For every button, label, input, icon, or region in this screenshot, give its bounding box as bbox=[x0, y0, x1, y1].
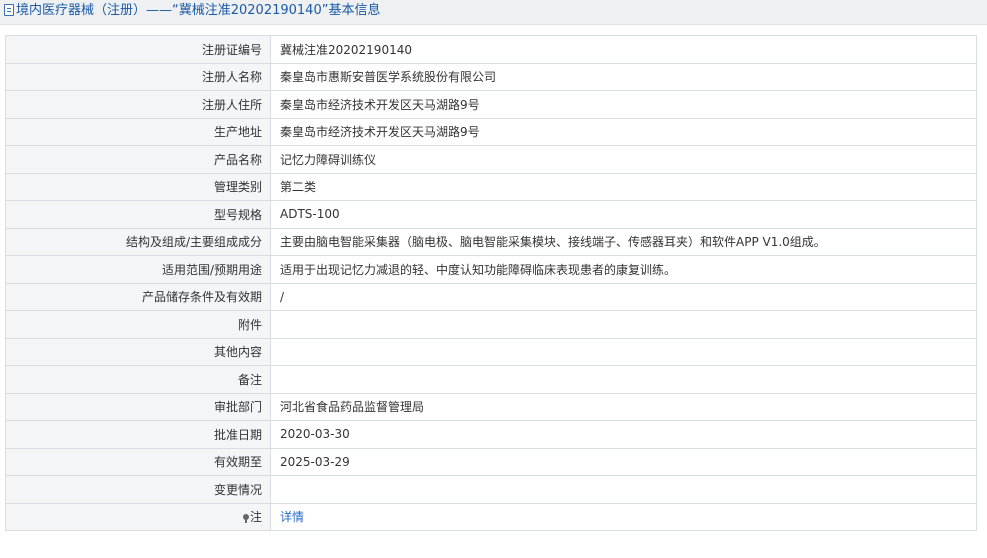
row-label: 其他内容 bbox=[5, 337, 271, 366]
table-row: 适用范围/预期用途 适用于出现记忆力减退的轻、中度认知功能障碍临床表现患者的康复… bbox=[5, 255, 977, 284]
row-label: 批准日期 bbox=[5, 420, 271, 449]
row-label: 附件 bbox=[5, 310, 271, 339]
row-value: 第二类 bbox=[270, 172, 977, 201]
note-label-cell: 注 bbox=[5, 502, 271, 531]
row-value: 记忆力障碍训练仪 bbox=[270, 145, 977, 174]
page-header: 境内医疗器械（注册）——“冀械注准20202190140”基本信息 bbox=[0, 0, 987, 25]
table-row-note: 注 详情 bbox=[5, 502, 977, 531]
row-label: 备注 bbox=[5, 365, 271, 394]
table-row: 生产地址 秦皇岛市经济技术开发区天马湖路9号 bbox=[5, 117, 977, 146]
row-label: 生产地址 bbox=[5, 117, 271, 146]
row-value: 秦皇岛市惠斯安普医学系统股份有限公司 bbox=[270, 62, 977, 91]
table-row: 其他内容 bbox=[5, 337, 977, 366]
row-value: / bbox=[270, 282, 977, 311]
row-label: 有效期至 bbox=[5, 447, 271, 476]
pin-icon bbox=[242, 514, 249, 524]
table-row: 附件 bbox=[5, 310, 977, 339]
row-value: 适用于出现记忆力减退的轻、中度认知功能障碍临床表现患者的康复训练。 bbox=[270, 255, 977, 284]
table-row: 注册人住所 秦皇岛市经济技术开发区天马湖路9号 bbox=[5, 90, 977, 119]
document-icon bbox=[4, 4, 14, 16]
row-value: 秦皇岛市经济技术开发区天马湖路9号 bbox=[270, 117, 977, 146]
row-value bbox=[270, 365, 977, 394]
details-link[interactable]: 详情 bbox=[280, 510, 304, 524]
table-row: 产品名称 记忆力障碍训练仪 bbox=[5, 145, 977, 174]
row-value: 河北省食品药品监督管理局 bbox=[270, 392, 977, 421]
row-value: 2025-03-29 bbox=[270, 447, 977, 476]
table-row: 审批部门 河北省食品药品监督管理局 bbox=[5, 392, 977, 421]
row-value bbox=[270, 310, 977, 339]
row-label: 结构及组成/主要组成成分 bbox=[5, 227, 271, 256]
row-label: 产品名称 bbox=[5, 145, 271, 174]
table-row: 备注 bbox=[5, 365, 977, 394]
table-row: 变更情况 bbox=[5, 475, 977, 504]
info-table: 注册证编号 冀械注准20202190140 注册人名称 秦皇岛市惠斯安普医学系统… bbox=[5, 35, 977, 531]
row-label: 产品储存条件及有效期 bbox=[5, 282, 271, 311]
table-row: 批准日期 2020-03-30 bbox=[5, 420, 977, 449]
row-value: 2020-03-30 bbox=[270, 420, 977, 449]
row-value: 秦皇岛市经济技术开发区天马湖路9号 bbox=[270, 90, 977, 119]
table-row: 有效期至 2025-03-29 bbox=[5, 447, 977, 476]
row-value: ADTS-100 bbox=[270, 200, 977, 229]
row-label: 型号规格 bbox=[5, 200, 271, 229]
table-row: 型号规格 ADTS-100 bbox=[5, 200, 977, 229]
row-value bbox=[270, 475, 977, 504]
row-label: 适用范围/预期用途 bbox=[5, 255, 271, 284]
table-row: 产品储存条件及有效期 / bbox=[5, 282, 977, 311]
table-row: 结构及组成/主要组成成分 主要由脑电智能采集器（脑电极、脑电智能采集模块、接线端… bbox=[5, 227, 977, 256]
row-label: 变更情况 bbox=[5, 475, 271, 504]
row-label: 注册人名称 bbox=[5, 62, 271, 91]
note-value-cell: 详情 bbox=[270, 502, 977, 531]
row-label: 管理类别 bbox=[5, 172, 271, 201]
table-row: 管理类别 第二类 bbox=[5, 172, 977, 201]
row-label: 注册人住所 bbox=[5, 90, 271, 119]
row-value: 冀械注准20202190140 bbox=[270, 35, 977, 64]
row-label: 审批部门 bbox=[5, 392, 271, 421]
page-title: 境内医疗器械（注册）——“冀械注准20202190140”基本信息 bbox=[16, 3, 381, 18]
table-row: 注册人名称 秦皇岛市惠斯安普医学系统股份有限公司 bbox=[5, 62, 977, 91]
row-label: 注册证编号 bbox=[5, 35, 271, 64]
note-label: 注 bbox=[249, 510, 262, 525]
row-value bbox=[270, 337, 977, 366]
table-row: 注册证编号 冀械注准20202190140 bbox=[5, 35, 977, 64]
row-value: 主要由脑电智能采集器（脑电极、脑电智能采集模块、接线端子、传感器耳夹）和软件AP… bbox=[270, 227, 977, 256]
